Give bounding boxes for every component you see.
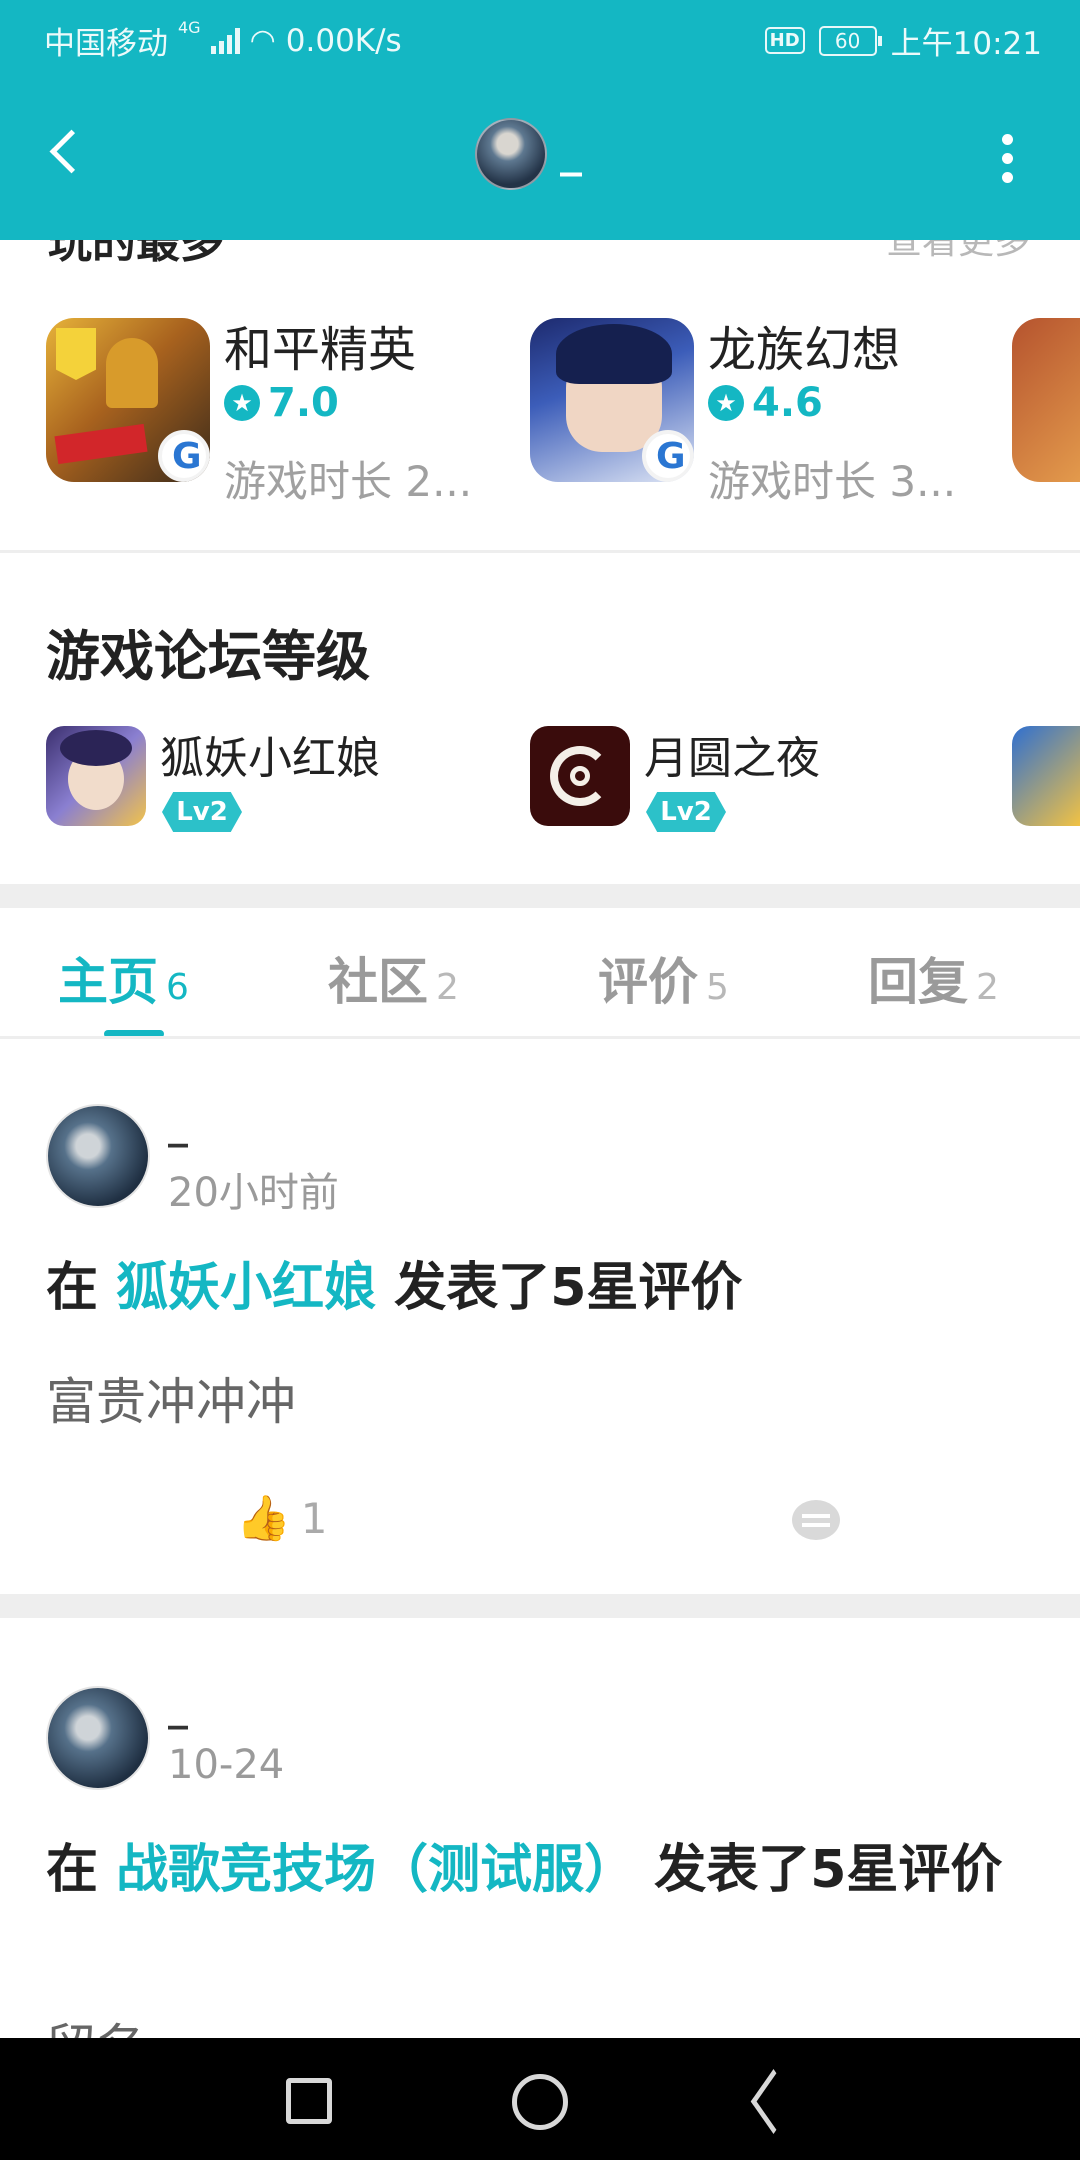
tab-community[interactable]: 社区 2 (328, 942, 459, 1014)
forum-card-huyao[interactable]: 狐妖小红娘 Lv2 (46, 726, 486, 832)
post-title-prefix: 在 (46, 1840, 117, 1900)
forum-icon (1012, 726, 1080, 826)
star-icon: ★ (224, 385, 260, 421)
game-playtime: 游戏时长 2... (224, 457, 473, 506)
post-avatar[interactable] (46, 1104, 150, 1208)
profile-tabs: 主页 6 社区 2 评价 5 回复 2 (0, 908, 1080, 1038)
tab-count: 6 (166, 967, 189, 1008)
clock: 上午10:21 (890, 26, 1042, 62)
home-icon[interactable] (512, 2074, 568, 2130)
post-divider (0, 1594, 1080, 1618)
rating-value: 7.0 (268, 380, 339, 426)
forum-icon (46, 726, 146, 826)
forum-name: 狐妖小红娘 (160, 733, 380, 784)
game-icon (1012, 318, 1080, 482)
level-badge: Lv2 (162, 792, 242, 832)
forum-icon (530, 726, 630, 826)
recents-icon[interactable] (286, 2078, 332, 2124)
tab-home[interactable]: 主页 6 (58, 942, 189, 1014)
tab-reviews[interactable]: 评价 5 (598, 942, 729, 1014)
rating-value: 4.6 (752, 380, 823, 426)
game-card-dragon-fantasy[interactable]: 龙族幻想 ★ 4.6 游戏时长 3... (530, 318, 990, 506)
feed-post[interactable]: _ 20小时前 在 狐妖小红娘 发表了5星评价 富贵冲冲冲 👍 1 (0, 1100, 1080, 1580)
star-icon: ★ (708, 385, 744, 421)
more-vertical-icon[interactable] (1002, 134, 1014, 184)
game-card-partial[interactable] (1012, 318, 1080, 482)
battery-icon: 60 (818, 25, 882, 56)
post-game-link[interactable]: 狐妖小红娘 (116, 1258, 376, 1318)
post-avatar[interactable] (46, 1686, 150, 1790)
tab-label: 主页 (58, 953, 158, 1011)
thumbs-up-icon: 👍 (236, 1493, 291, 1544)
tab-count: 2 (436, 967, 459, 1008)
status-bar: 中国移动 4G ◠ 0.00K/s HD 60 上午10:21 (0, 0, 1080, 78)
game-playtime: 游戏时长 3... (708, 457, 957, 506)
forum-section-title: 游戏论坛等级 (46, 625, 370, 688)
game-icon (46, 318, 210, 482)
game-icon (530, 318, 694, 482)
forum-name: 月圆之夜 (644, 733, 820, 784)
post-title-suffix: 发表了5星评价 (636, 1840, 1003, 1900)
post-body: 留名 (46, 2008, 146, 2038)
post-title-suffix: 发表了5星评价 (376, 1258, 743, 1318)
game-rating: ★ 7.0 (224, 380, 339, 426)
tab-label: 评价 (598, 953, 698, 1011)
tab-count: 5 (706, 967, 729, 1008)
post-title: 在 狐妖小红娘 发表了5星评价 (46, 1250, 1036, 1326)
post-body: 富贵冲冲冲 (46, 1373, 296, 1431)
profile-header: _ (0, 78, 1080, 240)
section-divider (0, 550, 1080, 553)
post-username[interactable]: _ (168, 1684, 188, 1730)
post-game-link[interactable]: 战歌竞技场（测试服） (116, 1840, 636, 1900)
game-title: 和平精英 (224, 322, 417, 378)
top-bar: 中国移动 4G ◠ 0.00K/s HD 60 上午10:21 _ (0, 0, 1080, 240)
forum-card-partial[interactable] (1012, 726, 1080, 828)
back-icon[interactable] (40, 122, 90, 182)
net-speed: 0.00K/s (285, 22, 402, 59)
post-username[interactable]: _ (168, 1102, 188, 1148)
wifi-icon: ◠ (249, 23, 276, 58)
header-username: _ (560, 126, 582, 177)
game-title: 龙族幻想 (708, 322, 901, 378)
like-count: 1 (300, 1493, 328, 1543)
section-divider (0, 884, 1080, 908)
like-button[interactable]: 👍 1 (236, 1492, 328, 1544)
signal-icon (210, 27, 240, 54)
game-rating: ★ 4.6 (708, 380, 823, 426)
post-time: 10-24 (168, 1742, 285, 1788)
post-title: 在 战歌竞技场（测试服） 发表了5星评价 (46, 1832, 1036, 1908)
forum-card-moon-night[interactable]: 月圆之夜 Lv2 (530, 726, 970, 832)
nav-back-icon[interactable] (742, 2074, 798, 2130)
tabs-divider (0, 1036, 1080, 1039)
tencent-badge-icon (158, 430, 210, 482)
tab-label: 回复 (868, 953, 968, 1011)
network-type: 4G (178, 18, 201, 37)
tab-replies[interactable]: 回复 2 (868, 942, 999, 1014)
comment-icon[interactable] (792, 1500, 840, 1540)
header-avatar[interactable] (475, 118, 547, 190)
carrier-label: 中国移动 (44, 26, 168, 62)
tab-label: 社区 (328, 953, 428, 1011)
level-badge: Lv2 (646, 792, 726, 832)
post-time: 20小时前 (168, 1170, 339, 1216)
hd-icon: HD (764, 27, 805, 54)
post-title-prefix: 在 (46, 1258, 117, 1318)
feed-post[interactable]: _ 10-24 在 战歌竞技场（测试服） 发表了5星评价 留名 (0, 1682, 1080, 2038)
system-nav-bar (0, 2038, 1080, 2160)
tab-count: 2 (976, 967, 999, 1008)
game-card-peace-elite[interactable]: 和平精英 ★ 7.0 游戏时长 2... (46, 318, 506, 506)
tencent-badge-icon (642, 430, 694, 482)
